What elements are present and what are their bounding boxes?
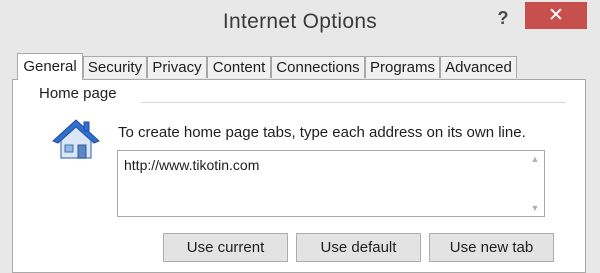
help-button[interactable]: ? [488, 6, 518, 30]
close-button[interactable]: ✕ [525, 2, 587, 29]
general-panel: Home page To create home page tabs, type… [12, 79, 586, 273]
tab-security[interactable]: Security [83, 56, 147, 78]
scroll-down-icon[interactable]: ▼ [529, 203, 541, 213]
use-current-button[interactable]: Use current [163, 233, 288, 262]
home-page-group-title: Home page [39, 85, 117, 102]
title-bar: Internet Options ? ✕ [0, 0, 600, 46]
tab-connections[interactable]: Connections [271, 56, 365, 78]
home-page-url-value: http://www.tikotin.com [124, 157, 260, 173]
tab-programs[interactable]: Programs [365, 56, 440, 78]
home-page-url-textarea[interactable]: http://www.tikotin.com ▲ ▼ [117, 150, 545, 217]
scroll-up-icon[interactable]: ▲ [529, 154, 541, 164]
tab-strip: General Security Privacy Content Connect… [0, 53, 600, 80]
tab-privacy[interactable]: Privacy [147, 56, 207, 78]
tab-general[interactable]: General [17, 53, 83, 80]
use-new-tab-button[interactable]: Use new tab [429, 233, 554, 262]
use-default-button[interactable]: Use default [296, 233, 421, 262]
tab-advanced[interactable]: Advanced [440, 56, 517, 78]
house-icon [52, 119, 100, 159]
tab-content[interactable]: Content [207, 56, 271, 78]
home-page-instruction: To create home page tabs, type each addr… [118, 124, 526, 141]
group-divider [141, 102, 566, 103]
